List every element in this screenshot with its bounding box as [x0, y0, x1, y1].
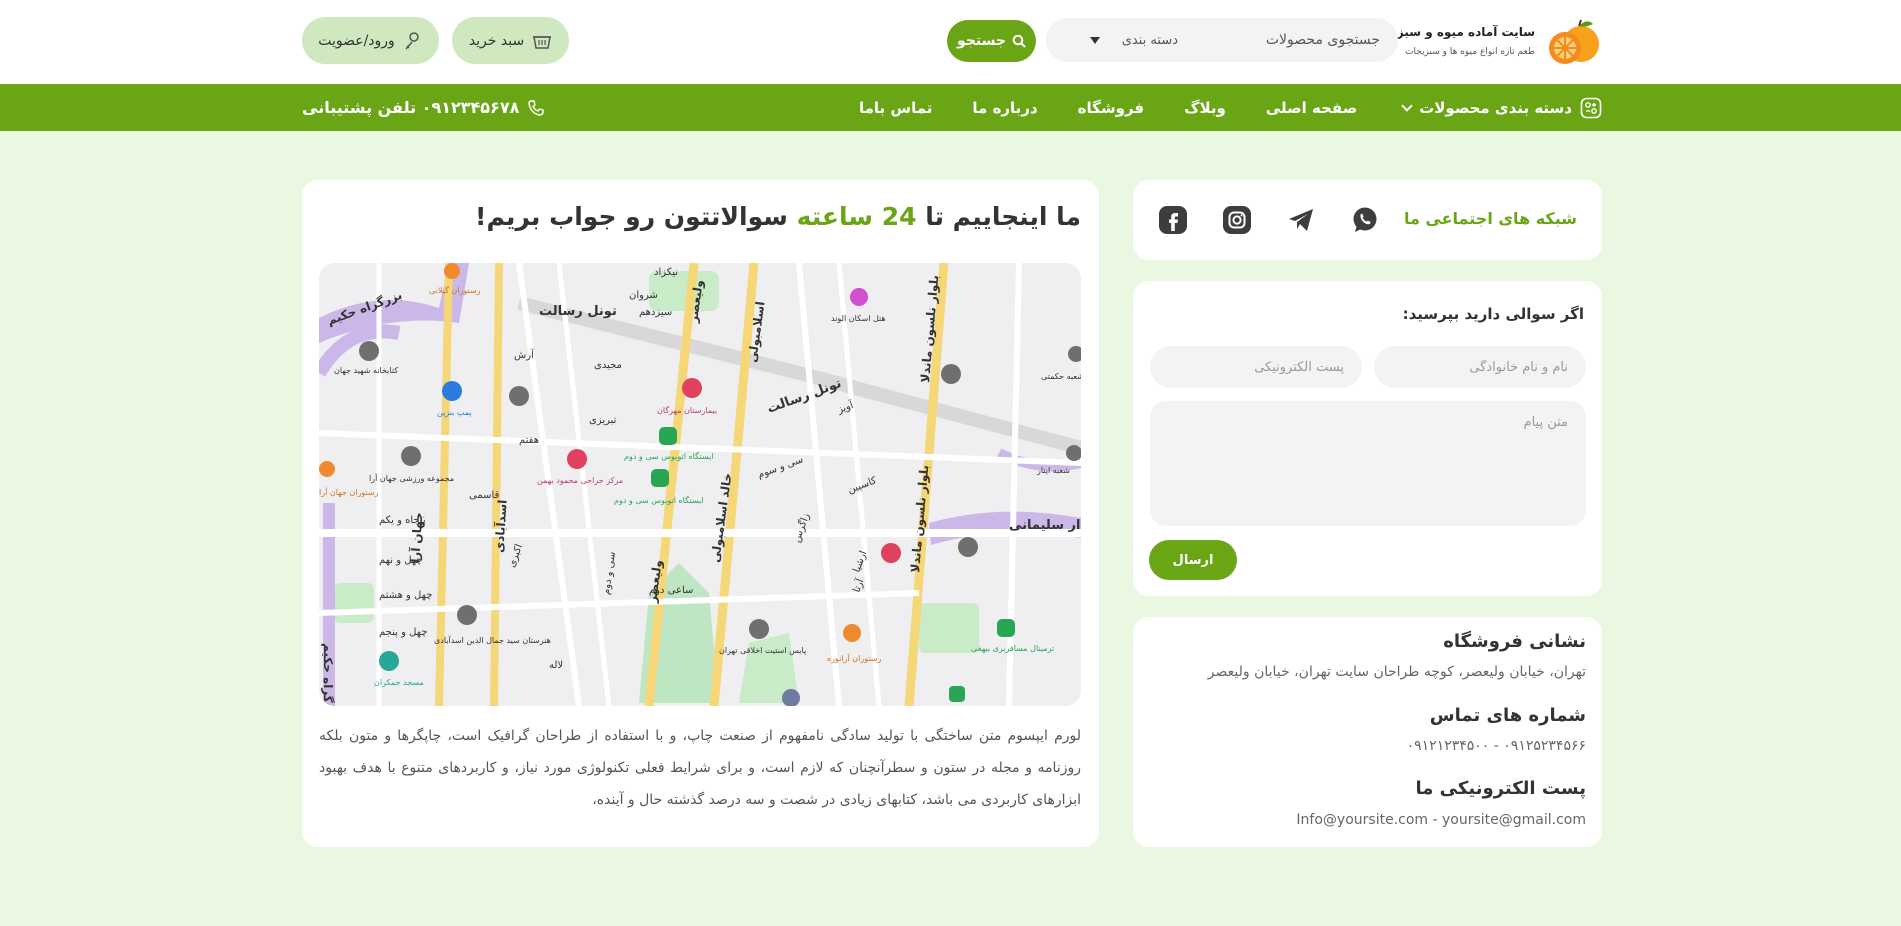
- map-label: بزرگراه حکیم: [321, 643, 335, 706]
- nav-item-label: فروشگاه: [1077, 98, 1145, 117]
- search-button[interactable]: جستجو: [947, 20, 1036, 62]
- name-field[interactable]: [1374, 346, 1586, 388]
- nav-item-contact[interactable]: تماس باما: [859, 99, 932, 117]
- send-button[interactable]: ارسال: [1149, 540, 1237, 580]
- facebook-icon[interactable]: [1158, 205, 1188, 235]
- phones-heading: شماره های تماس: [1429, 705, 1586, 726]
- form-title: اگر سوالی دارید بپرسید:: [1402, 305, 1584, 323]
- map-label: نیکزاد: [654, 267, 678, 278]
- page-title: ما اینجاییم تا 24 ساعته سوالاتتون رو جوا…: [475, 202, 1081, 231]
- nav-item-label: صفحه اصلی: [1265, 98, 1358, 117]
- map-label: ساعی دوم: [649, 585, 693, 596]
- phone-icon: [528, 99, 545, 116]
- nav-item-blog[interactable]: وبلاگ: [1184, 99, 1226, 117]
- map-label: تونل رسالت: [539, 304, 617, 319]
- map-label: شعبه اینار: [1036, 466, 1070, 475]
- main-contact-card: ما اینجاییم تا 24 ساعته سوالاتتون رو جوا…: [302, 180, 1099, 847]
- chevron-down-icon: [1401, 99, 1413, 112]
- nav-item-about[interactable]: درباره ما: [972, 99, 1037, 117]
- map-label: پنجاه و یکم: [379, 515, 426, 526]
- social-card: شبکه های اجتماعی ما: [1133, 180, 1602, 260]
- address-value: تهران، خیابان ولیعصر، کوچه طراحان سایت ت…: [1207, 664, 1586, 680]
- site-header: سایت آماده میوه و سبزیجات طعم تازه انواع…: [0, 0, 1901, 84]
- lorem-paragraph: لورم ایپسوم متن ساختگی با تولید سادگی نا…: [319, 728, 1081, 808]
- search-input[interactable]: [1188, 18, 1398, 62]
- support-phone[interactable]: ۰۹۱۲۳۴۵۶۷۸ تلفن پشتیبانی: [302, 84, 545, 131]
- social-icons: [1158, 205, 1380, 235]
- login-button[interactable]: ورود/عضویت: [302, 17, 439, 64]
- map-label: هفتم: [519, 435, 539, 446]
- map-label: ایستگاه اتوبوس سی و دوم: [614, 495, 704, 505]
- map-label: چهل و هشتم: [379, 590, 432, 601]
- map-label: هنرستان سید جمال الدین اسدآبادی: [434, 635, 551, 645]
- map-label: تبریزی: [589, 415, 617, 426]
- login-button-label: ورود/عضویت: [318, 32, 395, 49]
- map-label: چهل و نهم: [379, 555, 423, 566]
- map-label: کتابخانه شهید جهان: [334, 366, 398, 375]
- category-grid-icon: [1580, 97, 1602, 118]
- search-box: دسته بندی: [1046, 18, 1398, 62]
- map-label: ایستگاه اتوبوس سی و دوم: [624, 451, 714, 461]
- whatsapp-icon[interactable]: [1350, 205, 1380, 235]
- map-label: پمپ بنزین: [437, 408, 472, 417]
- map-label: رستوران جهان آرا: [319, 487, 379, 497]
- category-select[interactable]: دسته بندی: [1089, 18, 1188, 62]
- main-nav: دسته بندی محصولات صفحه اصلی وبلاگ فروشگا…: [0, 84, 1901, 131]
- nav-item-shop[interactable]: فروشگاه: [1078, 99, 1144, 117]
- nav-item-label: درباره ما: [972, 98, 1038, 117]
- title-part-start: ما اینجاییم تا: [916, 202, 1081, 231]
- support-phone-text: ۰۹۱۲۳۴۵۶۷۸ تلفن پشتیبانی: [302, 98, 520, 117]
- search-icon: [1012, 34, 1026, 48]
- email-value: Info@yoursite.com - yoursite@gmail.com: [1296, 812, 1586, 828]
- map-label: ترمینال مسافربری بیهقی: [971, 644, 1054, 653]
- message-field[interactable]: [1150, 401, 1586, 526]
- address-heading: نشانی فروشگاه: [1443, 631, 1586, 652]
- map-label: رستوران گیلانی: [429, 285, 481, 295]
- nav-item-categories[interactable]: دسته بندی محصولات: [1397, 97, 1602, 119]
- map-label: لاله: [549, 660, 563, 671]
- email-heading: پست الکترونیکی ما: [1415, 778, 1586, 799]
- nav-item-label: دسته بندی محصولات: [1419, 98, 1572, 117]
- orange-logo-icon: [1543, 16, 1601, 66]
- map-label: پایس استیت اخلاقی تهران: [719, 646, 806, 655]
- title-accent: 24 ساعته: [796, 202, 917, 231]
- cart-button-label: سبد خرید: [468, 32, 525, 49]
- phones-value: ۰۹۱۲۵۲۳۴۵۶۶ - ۰۹۱۲۱۲۳۴۵۰۰: [1406, 738, 1586, 754]
- map-label: بیمارستان مهرگان: [657, 405, 717, 415]
- map-label: مجموعه ورزشی جهان آرا: [369, 473, 454, 483]
- map-label: هتل اسکان الوند: [831, 314, 886, 323]
- email-field[interactable]: [1150, 346, 1362, 388]
- map-label: سردار سلیمانی: [1009, 518, 1081, 533]
- cart-button[interactable]: سبد خرید: [452, 17, 569, 64]
- caret-down-icon: [1089, 36, 1100, 44]
- nav-item-label: وبلاگ: [1184, 98, 1226, 117]
- instagram-icon[interactable]: [1222, 205, 1252, 235]
- map-label: شعبه حکمتی: [1041, 372, 1081, 381]
- map-label: شروان: [629, 290, 658, 301]
- basket-icon: [533, 35, 552, 49]
- map-label: چهل و پنجم: [379, 627, 427, 638]
- location-map[interactable]: تونل رسالت تونل رسالت بزرگراه حکیم بزرگر…: [319, 263, 1081, 706]
- map-label: مسجد جمکران: [374, 678, 424, 687]
- contact-form-card: اگر سوالی دارید بپرسید: ارسال: [1133, 281, 1602, 596]
- search-button-label: جستجو: [957, 33, 1006, 49]
- map-label: رستوران آرانوره: [827, 653, 881, 663]
- brand[interactable]: سایت آماده میوه و سبزیجات طعم تازه انواع…: [1367, 15, 1601, 67]
- map-label: مجیدی: [594, 360, 622, 371]
- category-select-label: دسته بندی: [1121, 32, 1178, 48]
- nav-item-home[interactable]: صفحه اصلی: [1266, 99, 1357, 117]
- map-label: آرش: [514, 348, 535, 361]
- nav-item-label: تماس باما: [858, 98, 933, 117]
- social-title: شبکه های اجتماعی ما: [1403, 209, 1577, 228]
- store-info-card: نشانی فروشگاه تهران، خیابان ولیعصر، کوچه…: [1133, 617, 1602, 847]
- map-label: قاسمی: [469, 490, 500, 501]
- map-label: سیزدهم: [639, 307, 672, 318]
- title-part-end: سوالاتتون رو جواب بریم!: [475, 202, 797, 231]
- map-label: مرکز جراحی محمود بهمن: [537, 476, 623, 485]
- user-key-icon: [405, 31, 419, 49]
- telegram-icon[interactable]: [1286, 205, 1316, 235]
